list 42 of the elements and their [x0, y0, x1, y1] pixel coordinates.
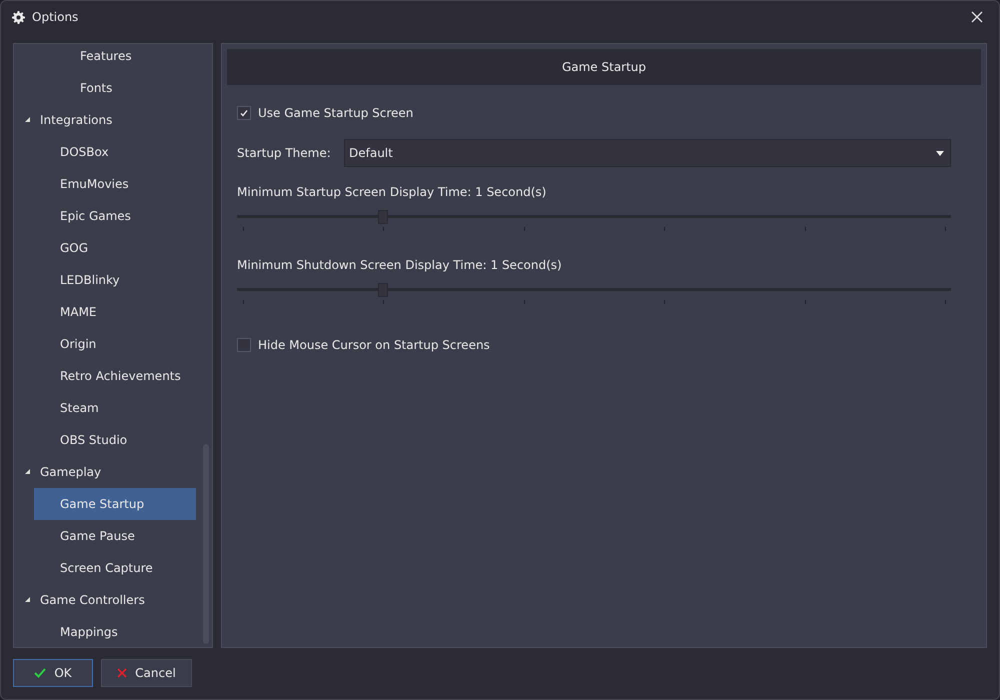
- tree-item[interactable]: Gameplay: [14, 456, 176, 488]
- tree-item[interactable]: EmuMovies: [34, 168, 196, 200]
- dropdown-caret-icon: [936, 150, 944, 156]
- settings-icon: [12, 10, 25, 24]
- tree-item[interactable]: Features: [54, 44, 212, 72]
- tree-item[interactable]: Origin: [34, 328, 196, 360]
- checkbox-label: Hide Mouse Cursor on Startup Screens: [258, 338, 490, 352]
- slider[interactable]: [237, 210, 951, 234]
- checkbox[interactable]: [237, 338, 251, 352]
- cancel-button[interactable]: Cancel: [101, 659, 192, 687]
- tree-item[interactable]: OBS Studio: [34, 424, 196, 456]
- tree-item[interactable]: Game Pause: [34, 520, 196, 552]
- tree-item[interactable]: Game Controllers: [14, 584, 176, 616]
- tree-item[interactable]: Game Startup: [34, 488, 196, 520]
- tree-item[interactable]: Screen Capture: [34, 552, 196, 584]
- window-title: Options: [32, 10, 78, 24]
- tree-item[interactable]: GOG: [34, 232, 196, 264]
- tree-item[interactable]: Fonts: [54, 72, 212, 104]
- cross-icon: [117, 668, 128, 678]
- panel-header: Game Startup: [227, 49, 981, 85]
- ok-button[interactable]: OK: [13, 659, 93, 687]
- checkbox[interactable]: [237, 106, 251, 120]
- expanded-arrow-icon[interactable]: [25, 469, 30, 474]
- slider-label: Minimum Startup Screen Display Time: 1 Second(s): [237, 185, 548, 199]
- checkbox-label: Use Game Startup Screen: [258, 106, 414, 120]
- tree-item[interactable]: Epic Games: [34, 200, 196, 232]
- tree-item[interactable]: Integrations: [14, 104, 176, 136]
- checkmark-icon: [239, 108, 249, 118]
- expanded-arrow-icon[interactable]: [25, 597, 30, 602]
- tree-item[interactable]: DOSBox: [34, 136, 196, 168]
- theme-label: Startup Theme:: [237, 146, 332, 160]
- checkmark-icon: [34, 668, 46, 678]
- tree-item[interactable]: Retro Achievements: [34, 360, 196, 392]
- theme-dropdown[interactable]: Default: [344, 139, 951, 167]
- tree-item[interactable]: Steam: [34, 392, 196, 424]
- close-icon[interactable]: [971, 11, 983, 23]
- expanded-arrow-icon[interactable]: [25, 117, 30, 122]
- slider[interactable]: [237, 283, 951, 307]
- tree-item[interactable]: LEDBlinky: [34, 264, 196, 296]
- slider-label: Minimum Shutdown Screen Display Time: 1 Second(s): [237, 258, 563, 272]
- tree-item[interactable]: MAME: [34, 296, 196, 328]
- tree-item[interactable]: Mappings: [34, 616, 196, 647]
